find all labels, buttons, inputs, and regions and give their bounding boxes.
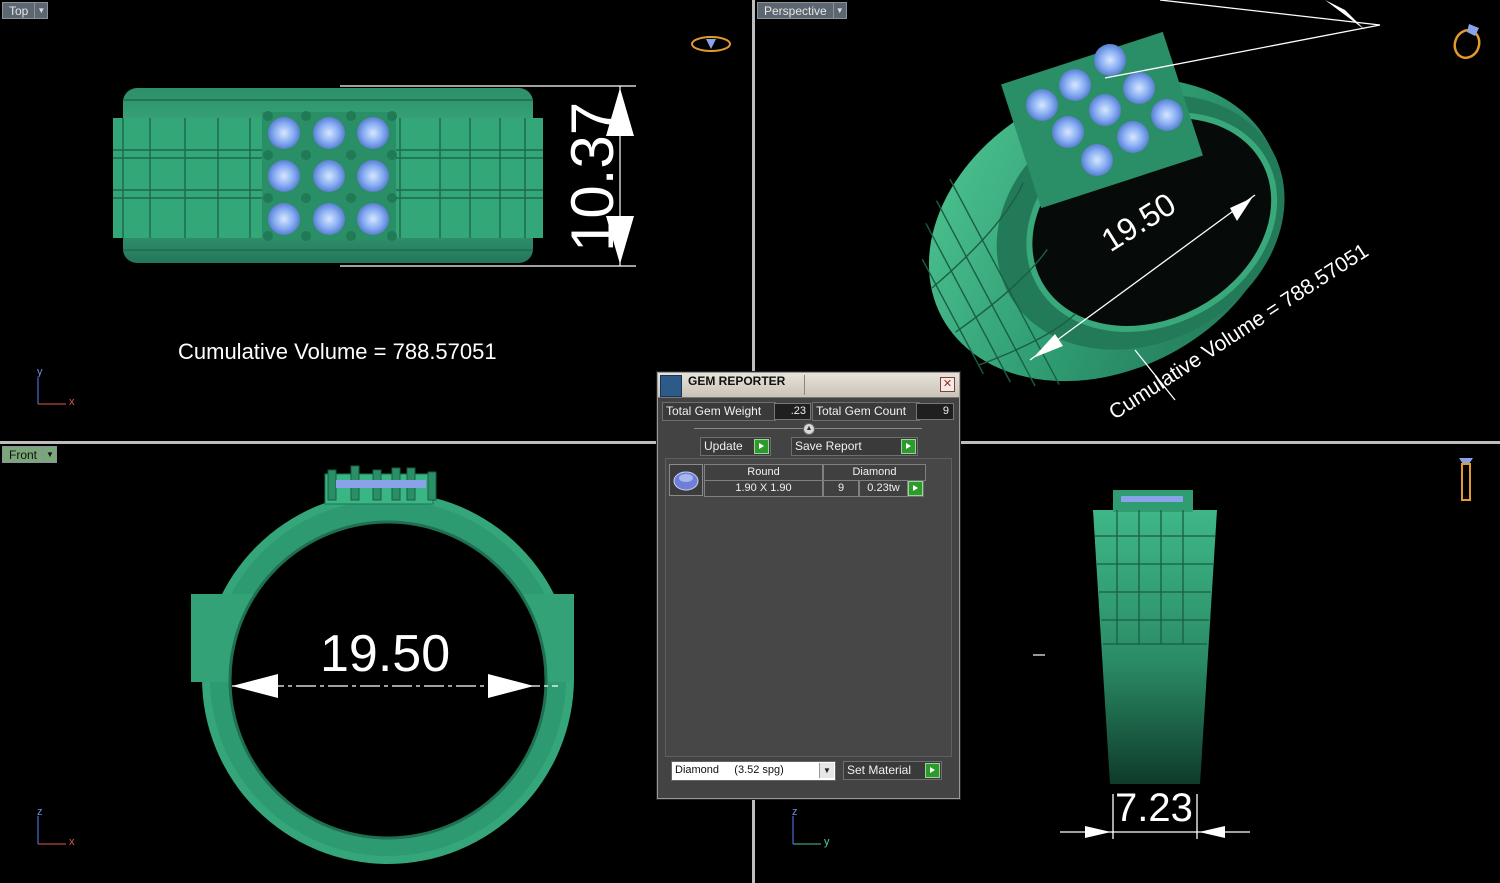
viewport-name: Perspective bbox=[757, 2, 834, 19]
viewport-label-perspective[interactable]: Perspective ▼ bbox=[757, 2, 847, 19]
total-gem-count-label: Total Gem Count bbox=[812, 402, 920, 421]
height-dimension-label: 10.37 bbox=[559, 101, 626, 252]
width-dimension-label: 7.23 bbox=[1115, 786, 1193, 830]
gem-weight: 0.23tw bbox=[859, 480, 908, 497]
ring-orientation-icon[interactable] bbox=[1447, 20, 1487, 60]
total-gem-weight-value: .23 bbox=[774, 403, 811, 420]
set-material-button-label: Set Material bbox=[847, 763, 912, 777]
gem-list[interactable]: Round Diamond 1.90 X 1.90 9 0.23tw bbox=[665, 458, 952, 757]
update-button[interactable]: Update bbox=[700, 437, 771, 456]
gem-reporter-panel[interactable]: GEM REPORTER ✕ Total Gem Weight .23 Tota… bbox=[657, 372, 960, 799]
material-select[interactable]: Diamond (3.52 spg) ▼ bbox=[671, 761, 836, 781]
play-arrow-icon bbox=[901, 439, 916, 454]
axis-label-y: y bbox=[824, 836, 830, 848]
gem-material: Diamond bbox=[823, 464, 926, 481]
chevron-down-icon[interactable]: ▼ bbox=[833, 2, 847, 19]
viewport-top[interactable]: Top ▼ 10.37 Cumulative Volume = 788.5705… bbox=[0, 0, 752, 441]
set-material-button[interactable]: Set Material bbox=[843, 761, 942, 780]
ring-orientation-icon[interactable] bbox=[690, 33, 732, 55]
gem-count: 9 bbox=[823, 480, 859, 497]
close-button[interactable]: ✕ bbox=[940, 377, 955, 392]
viewport-name: Front bbox=[2, 446, 45, 463]
chevron-down-icon[interactable]: ▼ bbox=[35, 2, 49, 19]
play-arrow-icon bbox=[754, 439, 769, 454]
gem-reporter-title: GEM REPORTER bbox=[688, 374, 786, 388]
collapse-toggle-icon[interactable]: ▲ bbox=[803, 423, 815, 435]
ring-orientation-icon[interactable] bbox=[1455, 454, 1477, 506]
viewport-label-top[interactable]: Top ▼ bbox=[2, 2, 49, 19]
gem-reporter-titlebar[interactable]: GEM REPORTER ✕ bbox=[658, 373, 959, 398]
gem-list-item[interactable]: Round Diamond 1.90 X 1.90 9 0.23tw bbox=[669, 464, 927, 497]
total-gem-count-value: 9 bbox=[916, 403, 954, 420]
save-report-button[interactable]: Save Report bbox=[791, 437, 918, 456]
viewport-label-front[interactable]: Front ▼ bbox=[2, 446, 58, 463]
chevron-down-icon[interactable]: ▼ bbox=[44, 446, 58, 463]
viewport-name: Top bbox=[2, 2, 36, 19]
play-arrow-icon bbox=[908, 481, 923, 496]
gem-row-action-button[interactable] bbox=[908, 480, 924, 497]
chevron-down-icon[interactable]: ▼ bbox=[819, 763, 834, 778]
axis-label-x: x bbox=[69, 396, 75, 408]
save-report-button-label: Save Report bbox=[795, 439, 862, 453]
axis-label-x: x bbox=[69, 836, 75, 848]
diameter-dimension-label-front: 19.50 bbox=[320, 625, 451, 683]
axis-label-z: z bbox=[792, 806, 798, 818]
cumulative-volume-label: Cumulative Volume = 788.57051 bbox=[178, 339, 497, 364]
play-arrow-icon bbox=[925, 763, 940, 778]
round-gem-icon bbox=[669, 464, 703, 496]
gem-size: 1.90 X 1.90 bbox=[704, 480, 823, 497]
top-view-ring bbox=[37, 85, 636, 405]
update-button-label: Update bbox=[704, 439, 743, 453]
gem-reporter-app-icon bbox=[660, 375, 682, 397]
viewport-front[interactable]: Front ▼ 19.50 z x bbox=[0, 444, 752, 883]
axis-label-y: y bbox=[37, 366, 43, 378]
gem-shape: Round bbox=[704, 464, 823, 481]
axis-label-z: z bbox=[37, 806, 43, 818]
material-select-value: Diamond (3.52 spg) bbox=[675, 764, 784, 776]
total-gem-weight-label: Total Gem Weight bbox=[662, 402, 776, 421]
titlebar-divider bbox=[804, 375, 805, 395]
